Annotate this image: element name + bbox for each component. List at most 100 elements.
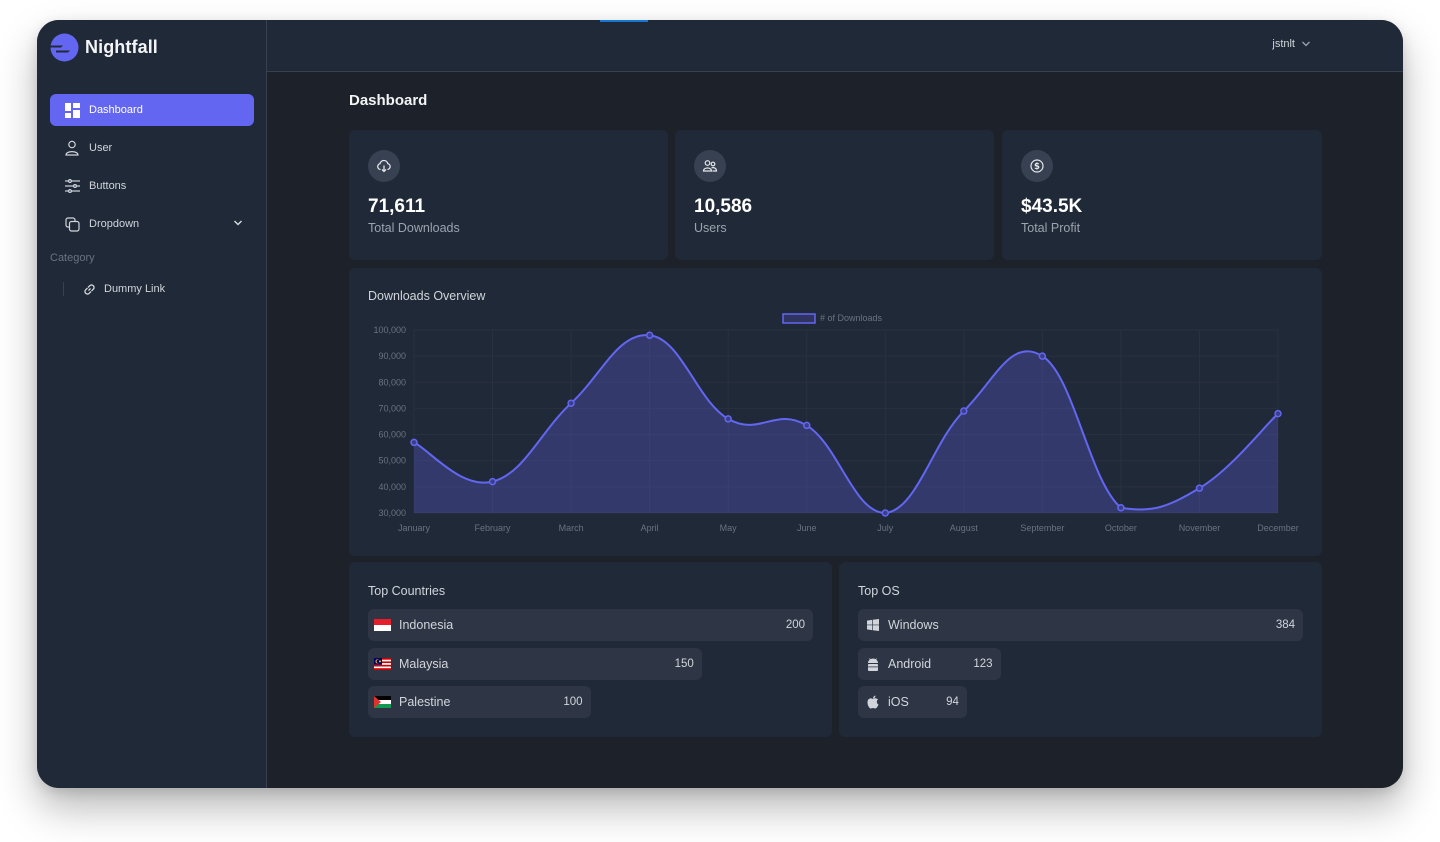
data-point-june <box>802 421 811 430</box>
user-icon <box>64 140 80 156</box>
os-row-windows[interactable]: Windows 384 <box>858 609 1303 641</box>
country-row-indonesia[interactable]: Indonesia 200 <box>368 609 813 641</box>
legend-swatch <box>782 313 816 324</box>
sidebar-item-user[interactable]: User <box>50 132 254 164</box>
country-name: Palestine <box>399 695 451 709</box>
list-title: Top Countries <box>368 584 446 598</box>
sidebar-link-dummy[interactable]: Dummy Link <box>50 276 254 302</box>
data-point-november <box>1195 484 1204 492</box>
os-name: iOS <box>888 695 909 709</box>
y-tick-label: 40,000 <box>378 482 406 492</box>
stat-value: $43.5K <box>1021 196 1083 217</box>
page-title: Dashboard <box>349 92 428 109</box>
chevron-down-icon[interactable] <box>232 217 244 229</box>
y-tick-label: 70,000 <box>378 403 406 413</box>
downloads-chart[interactable]: 100,000 90,000 80,000 70,000 60,000 50,000 40,… <box>349 268 1322 556</box>
sidebar-item-dashboard[interactable]: Dashboard <box>50 94 254 126</box>
y-tick-label: 30,000 <box>378 508 406 518</box>
android-icon <box>866 657 880 671</box>
category-heading: Category <box>50 252 95 264</box>
top-os-card: Top OS Windows 384 Android 123 iOS 94 <box>839 562 1322 737</box>
cloud-download-icon <box>368 150 400 182</box>
sidebar-item-label: Dropdown <box>89 218 140 230</box>
link-icon <box>82 281 98 297</box>
os-row-ios[interactable]: iOS 94 <box>858 686 967 718</box>
brand-name: Nightfall <box>85 37 158 57</box>
user-menu[interactable]: jstnlt <box>1272 38 1311 50</box>
country-count: 200 <box>785 619 805 631</box>
sidebar-link-label: Dummy Link <box>104 283 166 295</box>
x-tick-label: July <box>877 523 894 533</box>
x-tick-label: January <box>398 523 431 533</box>
country-row-malaysia[interactable]: Malaysia 150 <box>368 648 702 680</box>
country-count: 150 <box>674 658 694 670</box>
chevron-down-icon <box>1302 41 1310 47</box>
x-tick-label: November <box>1179 523 1221 533</box>
country-name: Malaysia <box>399 657 449 671</box>
x-tick-label: April <box>641 523 659 533</box>
x-tick-label: October <box>1105 523 1137 533</box>
svg-text:$: $ <box>1034 162 1040 172</box>
stat-card-downloads: 71,611 Total Downloads <box>349 130 668 260</box>
x-tick-label: December <box>1257 523 1299 533</box>
app-window: Nightfall Dashboard User Buttons Dropdow… <box>37 20 1403 788</box>
legend-label: # of Downloads <box>820 313 883 323</box>
sidebar-item-label: Dashboard <box>89 104 143 116</box>
x-tick-label: March <box>559 523 584 533</box>
y-tick-label: 80,000 <box>378 377 406 387</box>
username: jstnlt <box>1272 38 1295 50</box>
copy-icon <box>64 216 80 232</box>
data-point-december <box>1274 409 1282 418</box>
palestine-flag-icon <box>374 696 391 708</box>
os-row-android[interactable]: Android 123 <box>858 648 1001 680</box>
sliders-icon <box>64 178 80 194</box>
x-tick-label: August <box>950 523 979 533</box>
stat-card-users: 10,586 Users <box>675 130 994 260</box>
data-point-january <box>410 438 418 447</box>
stat-value: 71,611 <box>368 196 426 217</box>
stat-label: Users <box>694 221 727 235</box>
y-tick-label: 90,000 <box>378 351 406 361</box>
downloads-overview-card: Downloads Overview 100,000 90,000 80,000 70… <box>349 268 1322 556</box>
main-content: Dashboard 71,611 Total Downloads 10,586 … <box>267 72 1403 788</box>
data-point-march <box>567 399 575 407</box>
apple-icon <box>866 695 880 709</box>
data-point-may <box>724 415 732 423</box>
y-tick-label: 100,000 <box>373 325 406 335</box>
country-count: 100 <box>563 696 583 708</box>
stat-label: Total Downloads <box>368 221 460 235</box>
data-point-october <box>1117 504 1125 512</box>
sidebar-nav: Dashboard User Buttons Dropdown Category… <box>50 94 254 302</box>
x-tick-label: June <box>797 523 817 533</box>
country-name: Indonesia <box>399 618 454 632</box>
stat-value: 10,586 <box>694 196 753 217</box>
topbar: jstnlt <box>267 20 1403 72</box>
nightfall-logo-icon <box>50 33 79 62</box>
y-tick-label: 60,000 <box>378 430 406 440</box>
series-area <box>414 335 1278 513</box>
data-point-september <box>1038 352 1047 360</box>
brand-logo[interactable]: Nightfall <box>50 33 158 62</box>
os-count: 384 <box>1275 619 1295 631</box>
x-tick-label: May <box>720 523 738 533</box>
x-tick-label: September <box>1020 523 1064 533</box>
os-count: 123 <box>973 658 993 670</box>
malaysia-flag-icon <box>374 658 391 670</box>
stat-label: Total Profit <box>1021 221 1081 235</box>
dollar-icon: $ <box>1021 150 1053 182</box>
country-row-palestine[interactable]: Palestine 100 <box>368 686 591 718</box>
y-tick-label: 50,000 <box>378 456 406 466</box>
data-point-february <box>488 477 497 486</box>
sidebar-item-label: Buttons <box>89 180 127 192</box>
loading-indicator <box>600 20 648 22</box>
os-name: Windows <box>888 618 939 632</box>
os-name: Android <box>888 657 932 671</box>
sidebar-item-buttons[interactable]: Buttons <box>50 170 254 202</box>
sidebar: Nightfall Dashboard User Buttons Dropdow… <box>37 20 267 788</box>
dashboard-icon <box>64 102 80 118</box>
list-title: Top OS <box>858 584 900 598</box>
stat-card-profit: $ $43.5K Total Profit <box>1002 130 1322 260</box>
indonesia-flag-icon <box>374 619 391 631</box>
data-point-april <box>645 331 654 339</box>
sidebar-item-dropdown[interactable]: Dropdown <box>50 208 254 240</box>
